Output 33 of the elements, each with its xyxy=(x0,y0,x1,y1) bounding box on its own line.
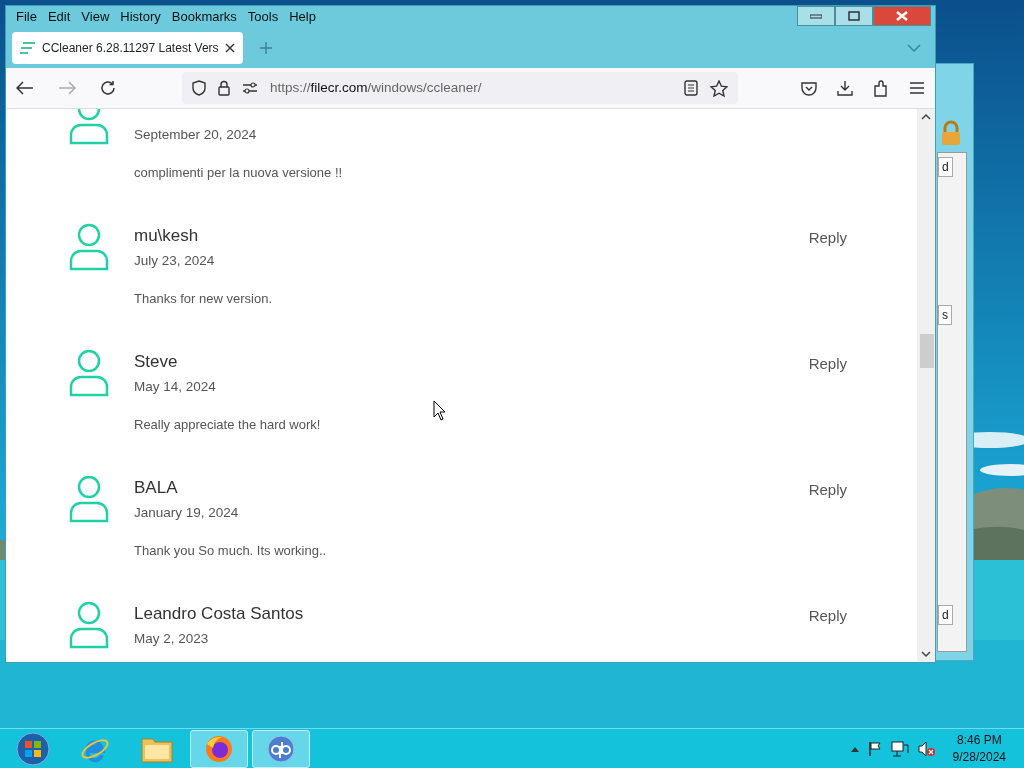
url-text: https://filecr.com/windows/ccleaner/ xyxy=(270,78,483,97)
menu-item[interactable]: Tools xyxy=(247,7,279,27)
commenter-name: Steve xyxy=(134,351,179,373)
comment-date: July 23, 2024 xyxy=(134,252,216,270)
window-fragment-text: d xyxy=(938,157,953,177)
comment-text: Really appreciate the hard work! xyxy=(134,416,322,435)
commenter-name: Leandro Costa Santos xyxy=(134,603,305,625)
menu-item[interactable]: Edit xyxy=(47,7,71,27)
reply-link[interactable]: Reply xyxy=(808,227,847,250)
clock-date[interactable]: 9/28/2024 xyxy=(952,748,1006,765)
window-fragment-text: d xyxy=(938,605,953,625)
reply-link[interactable]: Reply xyxy=(808,479,847,502)
address-bar[interactable]: https://filecr.com/windows/ccleaner/ xyxy=(182,72,738,104)
reply-link[interactable]: Reply xyxy=(808,353,847,376)
reply-link[interactable]: Reply xyxy=(808,605,847,628)
comment-text: Thank you So much. Its working.. xyxy=(134,542,328,561)
comment-date: September 20, 2024 xyxy=(134,126,258,144)
comment-text: complimenti per la nuova versione !! xyxy=(134,164,344,183)
window-fragment-text: s xyxy=(938,305,952,325)
menu-item[interactable]: History xyxy=(120,7,161,27)
comment-date: May 2, 2023 xyxy=(134,630,210,648)
menu-item[interactable]: View xyxy=(81,7,110,27)
browser-tab[interactable]: CCleaner 6.28.11297 Latest Vers xyxy=(12,32,243,64)
menu-item[interactable]: Help xyxy=(289,7,316,27)
comment-date: May 14, 2024 xyxy=(134,378,217,396)
comment-text: Thanks for new version. xyxy=(134,290,273,309)
clock-time[interactable]: 8:46 PM xyxy=(952,732,1006,749)
comment-date: January 19, 2024 xyxy=(134,504,240,522)
menu-item[interactable]: File xyxy=(16,7,37,27)
menu-item[interactable]: Bookmarks xyxy=(171,7,237,27)
commenter-name: mu\kesh xyxy=(134,225,200,247)
tab-title: CCleaner 6.28.11297 Latest Vers xyxy=(42,40,219,57)
commenter-name: BALA xyxy=(134,477,179,499)
